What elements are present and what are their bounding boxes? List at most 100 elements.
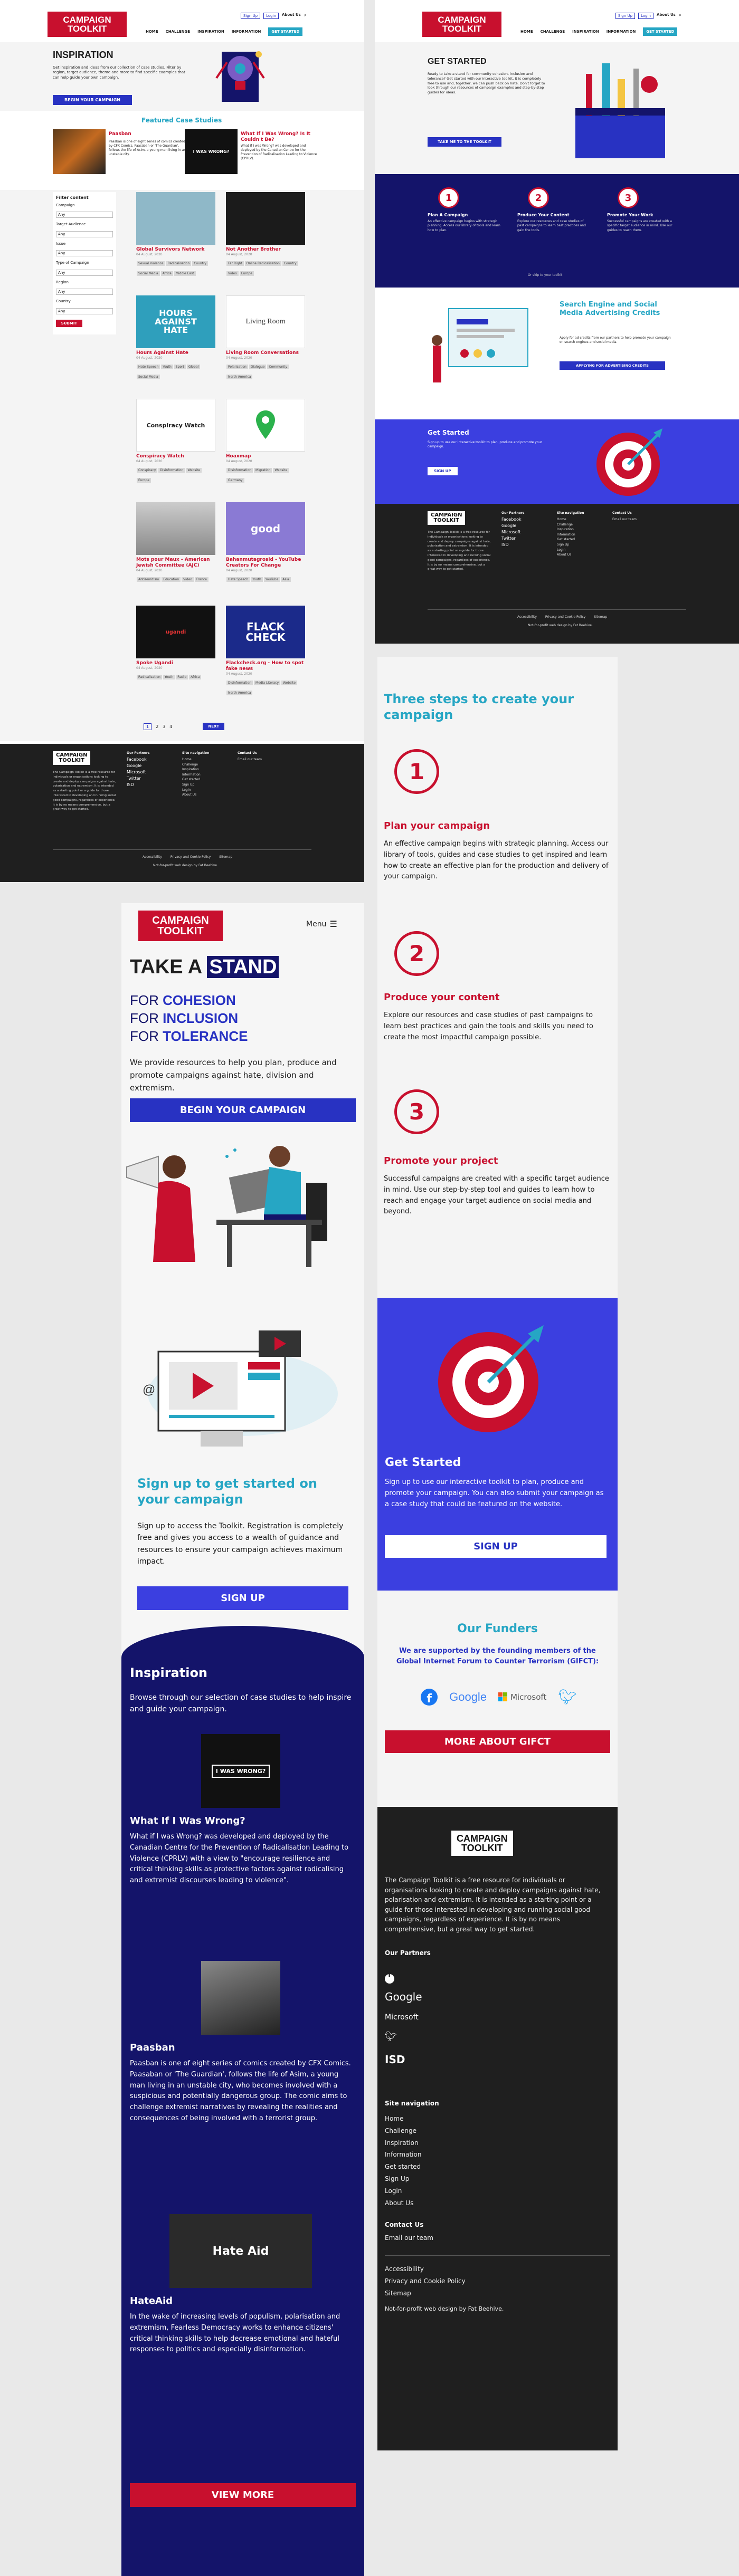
contact-link[interactable]: Email our team — [385, 2234, 433, 2242]
footer-logo[interactable]: CAMPAIGN TOOLKIT — [53, 751, 91, 765]
footer-nav-link[interactable]: About Us — [182, 792, 224, 798]
contact-link[interactable]: Email our team — [612, 517, 637, 522]
about-link[interactable]: About Us — [282, 13, 301, 19]
page-link[interactable]: 1 — [144, 723, 152, 730]
nav-information[interactable]: INFORMATION — [232, 30, 261, 34]
footer-nav-link[interactable]: Challenge — [182, 762, 224, 768]
legal-link[interactable]: Accessibility — [143, 855, 162, 860]
footer-nav-link[interactable]: About Us — [557, 552, 599, 558]
tag[interactable]: Disinformation — [158, 467, 185, 473]
tag[interactable]: Conspiracy — [137, 467, 158, 473]
tag[interactable]: Youth — [163, 674, 175, 679]
tag[interactable]: Hate Speech — [226, 577, 250, 582]
tag[interactable]: Hate Speech — [137, 364, 160, 369]
legal-link[interactable]: Accessibility — [385, 2263, 466, 2275]
tag[interactable]: Europe — [137, 477, 151, 483]
footer-credit[interactable]: Not-for-profit web design by Fat Beehive… — [528, 623, 593, 628]
case-card[interactable]: Living Room Living Room Conversations 04… — [226, 295, 305, 396]
tag[interactable]: Website — [186, 467, 202, 473]
tag[interactable]: Radio — [176, 674, 188, 679]
footer-nav-link[interactable]: Information — [385, 2149, 421, 2161]
footer-nav-link[interactable]: Home — [557, 517, 599, 522]
nav-get-started[interactable]: GET STARTED — [643, 27, 678, 36]
page-link[interactable]: 4 — [169, 724, 172, 729]
featured-card-paasban[interactable]: Paasban Paasban is one of eight series o… — [53, 129, 190, 177]
footer-credit[interactable]: Not-for-profit web design by Fat Beehive… — [153, 863, 218, 868]
skip-link[interactable]: Or skip to your toolkit — [528, 273, 562, 277]
tag[interactable]: Video — [226, 271, 239, 276]
footer-nav-link[interactable]: Login — [385, 2185, 421, 2197]
nav-information[interactable]: INFORMATION — [607, 30, 636, 34]
page-link[interactable]: 3 — [163, 724, 165, 729]
legal-link[interactable]: Privacy and Cookie Policy — [170, 855, 211, 860]
filter-country-select[interactable] — [56, 308, 113, 314]
search-icon[interactable]: ⌕ — [679, 13, 681, 19]
case-card[interactable]: Hoaxmap 04 August, 2020 Disinformation Mi… — [226, 399, 305, 499]
tag[interactable]: Community — [267, 364, 289, 369]
case-card[interactable]: HOURS AGAINST HATE Hours Against Hate 04 A… — [136, 295, 215, 396]
tag[interactable]: Polarisation — [226, 364, 248, 369]
nav-challenge[interactable]: CHALLENGE — [166, 30, 191, 34]
contact-link[interactable]: Email our team — [238, 757, 262, 762]
filter-submit-button[interactable]: SUBMIT — [56, 319, 82, 327]
sign-up-link[interactable]: Sign Up — [241, 13, 261, 19]
nav-home[interactable]: HOME — [520, 30, 533, 34]
tag[interactable]: Disinformation — [226, 467, 253, 473]
footer-credit[interactable]: Not-for-profit web design by Fat Beehive… — [385, 2305, 504, 2312]
tag[interactable]: France — [194, 577, 209, 582]
legal-link[interactable]: Accessibility — [517, 615, 537, 620]
toolkit-button[interactable]: TAKE ME TO THE TOOLKIT — [428, 137, 501, 147]
legal-link[interactable]: Privacy and Cookie Policy — [545, 615, 585, 620]
tag[interactable]: Dialogue — [249, 364, 267, 369]
tag[interactable]: Social Media — [137, 374, 160, 379]
footer-nav-link[interactable]: Challenge — [385, 2125, 421, 2137]
legal-link[interactable]: Sitemap — [594, 615, 607, 620]
filter-issue-select[interactable] — [56, 250, 113, 257]
tag[interactable]: Website — [281, 680, 297, 685]
story-card[interactable]: Paasban Paasban is one of eight series o… — [130, 1961, 352, 2124]
story-card[interactable]: Hate Aid HateAid In the wake of increasi… — [130, 2214, 352, 2355]
site-logo[interactable]: CAMPAIGN TOOLKIT — [138, 911, 223, 941]
tag[interactable]: Radicalisation — [137, 674, 162, 679]
footer-nav-link[interactable]: Get started — [385, 2161, 421, 2173]
tag[interactable]: Africa — [189, 674, 202, 679]
menu-button[interactable]: Menu ☰ — [306, 919, 337, 929]
filter-type-select[interactable] — [56, 269, 113, 276]
footer-nav-link[interactable]: Login — [182, 788, 224, 793]
case-card[interactable]: Global Survivors Network 04 August, 2020… — [136, 192, 215, 292]
banner-signup-button[interactable]: SIGN UP — [428, 467, 458, 475]
tag[interactable]: Africa — [160, 271, 173, 276]
tag[interactable]: Disinformation — [226, 680, 253, 685]
about-link[interactable]: About Us — [657, 13, 676, 19]
filter-region-select[interactable] — [56, 289, 113, 295]
footer-nav-link[interactable]: Get started — [182, 777, 224, 782]
tag[interactable]: Online Radicalisation — [244, 261, 281, 266]
case-card[interactable]: good Bahanmutagrosid - YouTube Creators … — [226, 502, 305, 602]
gifct-button[interactable]: MORE ABOUT GIFCT — [385, 1730, 610, 1753]
gs-signup-button[interactable]: SIGN UP — [385, 1535, 607, 1558]
tag[interactable]: Germany — [226, 477, 244, 483]
legal-link[interactable]: Privacy and Cookie Policy — [385, 2275, 466, 2287]
legal-link[interactable]: Sitemap — [219, 855, 232, 860]
page-link[interactable]: 2 — [156, 724, 158, 729]
case-card[interactable]: Not Another Brother 04 August, 2020 Far … — [226, 192, 305, 292]
tag[interactable]: Far Right — [226, 261, 244, 266]
site-logo[interactable]: CAMPAIGN TOOLKIT — [422, 12, 501, 37]
tag[interactable]: Asia — [281, 577, 291, 582]
login-link[interactable]: Login — [263, 13, 279, 19]
tag[interactable]: Migration — [254, 467, 272, 473]
nav-home[interactable]: HOME — [146, 30, 158, 34]
footer-nav-link[interactable]: Inspiration — [557, 527, 599, 532]
signup-button[interactable]: SIGN UP — [137, 1586, 348, 1610]
case-card[interactable]: ugandi Spoke Ugandi 04 August, 2020 Radi… — [136, 606, 215, 706]
sign-up-link[interactable]: Sign Up — [615, 13, 636, 19]
featured-card-wrong[interactable]: I WAS WRONG? What If I Was Wrong? Is It … — [185, 129, 322, 177]
story-card[interactable]: I WAS WRONG? What If I Was Wrong? What i… — [130, 1734, 352, 1886]
nav-inspiration[interactable]: INSPIRATION — [197, 30, 224, 34]
legal-link[interactable]: Sitemap — [385, 2287, 466, 2300]
footer-nav-link[interactable]: Sign Up — [557, 542, 599, 548]
footer-nav-link[interactable]: Login — [557, 548, 599, 553]
begin-campaign-button[interactable]: BEGIN YOUR CAMPAIGN — [130, 1098, 356, 1122]
tag[interactable]: YouTube — [263, 577, 280, 582]
site-logo[interactable]: CAMPAIGN TOOLKIT — [48, 12, 127, 37]
